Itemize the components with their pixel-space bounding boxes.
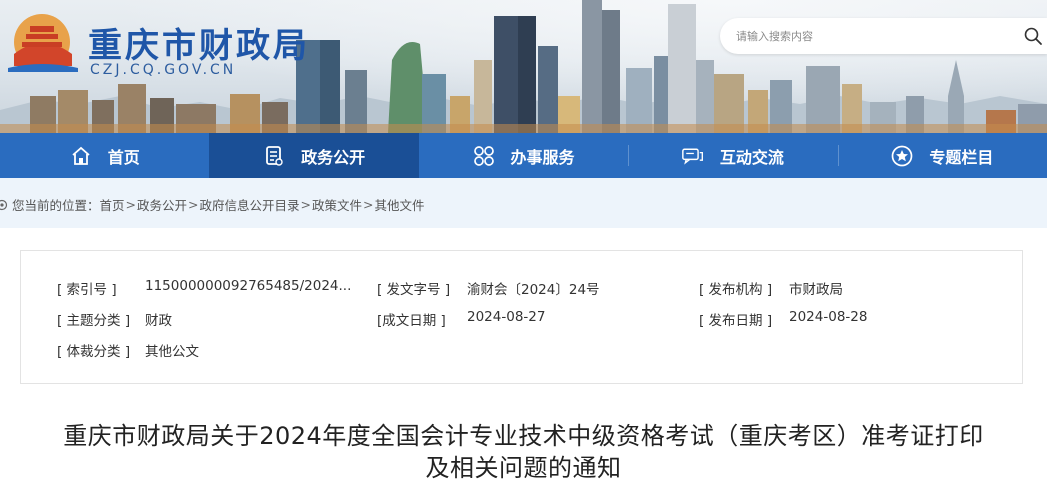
header-banner: 重庆市财政局 CZJ.CQ.GOV.CN xyxy=(0,0,1047,133)
nav-item-label: 互动交流 xyxy=(719,147,784,167)
breadcrumb-link-government-affairs[interactable]: 政务公开 xyxy=(137,195,187,214)
page-title: 重庆市财政局关于2024年度全国会计专业技术中级资格考试（重庆考区）准考证打印 … xyxy=(12,420,1035,484)
breadcrumb-link-disclosure-catalog[interactable]: 政府信息公开目录 xyxy=(200,195,300,214)
topic-label: [ 主题分类 ] xyxy=(57,313,131,329)
publisher-label: [ 发布机构 ] xyxy=(699,282,773,298)
nav-item-label: 首页 xyxy=(107,147,140,167)
site-title[interactable]: 重庆市财政局 xyxy=(88,18,310,67)
breadcrumb-prefix: 您当前的位置： xyxy=(12,198,100,213)
page-title-line-2: 及相关问题的通知 xyxy=(425,454,622,482)
info-row: [ 主题分类 ] 财政 [成文日期 ] 2024-08-27 [ 发布日期 ] … xyxy=(21,309,1022,329)
nav-item-label: 政务公开 xyxy=(301,147,366,167)
breadcrumb: 您当前的位置： 首页 > 政务公开 > 政府信息公开目录 > 政策文件 > 其他… xyxy=(0,195,425,214)
breadcrumb-link-home[interactable]: 首页 xyxy=(100,195,125,214)
published-date-label: [ 发布日期 ] xyxy=(699,313,773,329)
publisher-value: 市财政局 xyxy=(789,282,843,298)
doc-number-value: 渝财会〔2024〕24号 xyxy=(467,282,600,298)
created-date-label: [成文日期 ] xyxy=(377,313,446,329)
info-row: [ 体裁分类 ] 其他公文 xyxy=(21,340,1022,360)
home-icon xyxy=(70,145,92,167)
breadcrumb-link-policy-documents[interactable]: 政策文件 xyxy=(312,195,362,214)
genre-label: [ 体裁分类 ] xyxy=(57,344,131,360)
location-icon xyxy=(0,199,8,210)
published-date-value: 2024-08-28 xyxy=(789,309,868,325)
doc-number-label: [ 发文字号 ] xyxy=(377,282,451,298)
page-title-line-1: 重庆市财政局关于2024年度全国会计专业技术中级资格考试（重庆考区）准考证打印 xyxy=(63,422,984,450)
created-date-value: 2024-08-27 xyxy=(467,309,546,325)
star-icon xyxy=(891,145,913,167)
search-icon[interactable] xyxy=(1023,26,1043,46)
index-label: [ 索引号 ] xyxy=(57,282,117,298)
breadcrumb-separator: > xyxy=(188,197,199,212)
nav-item-services[interactable]: 办事服务 xyxy=(419,133,628,178)
nav-item-special-topics[interactable]: 专题栏目 xyxy=(837,133,1047,178)
breadcrumb-separator: > xyxy=(363,197,374,212)
breadcrumb-separator: > xyxy=(300,197,312,212)
grid-icon xyxy=(473,145,495,167)
genre-value: 其他公文 xyxy=(145,344,199,360)
info-row: [ 索引号 ] 115000000092765485/2024... [ 发文字… xyxy=(21,278,1022,298)
topic-value: 财政 xyxy=(145,313,172,329)
nav-item-home[interactable]: 首页 xyxy=(0,133,209,178)
main-nav: 首页 政务公开 办事服务 互动交流 专题栏目 xyxy=(0,133,1047,178)
document-icon xyxy=(263,145,285,167)
nav-item-interaction[interactable]: 互动交流 xyxy=(628,133,837,178)
document-info-table: [ 索引号 ] 115000000092765485/2024... [ 发文字… xyxy=(20,250,1023,384)
government-emblem-logo xyxy=(8,14,78,72)
breadcrumb-bar: 您当前的位置： 首页 > 政务公开 > 政府信息公开目录 > 政策文件 > 其他… xyxy=(0,178,1047,228)
breadcrumb-link-other-documents[interactable]: 其他文件 xyxy=(375,195,425,214)
index-value: 115000000092765485/2024... xyxy=(145,278,352,294)
search-box xyxy=(720,18,1047,54)
nav-item-government-affairs[interactable]: 政务公开 xyxy=(209,133,419,178)
nav-item-label: 专题栏目 xyxy=(929,147,994,167)
search-input[interactable] xyxy=(736,18,1006,54)
breadcrumb-separator: > xyxy=(125,197,137,212)
chat-icon xyxy=(682,145,704,167)
site-domain: CZJ.CQ.GOV.CN xyxy=(90,62,237,78)
nav-item-label: 办事服务 xyxy=(510,147,575,167)
